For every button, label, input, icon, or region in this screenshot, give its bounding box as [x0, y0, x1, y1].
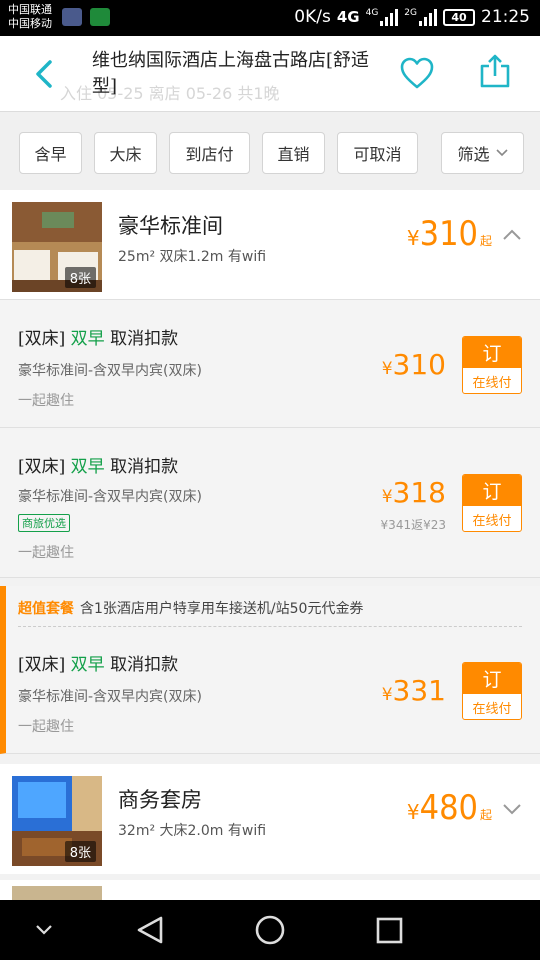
- square-recents-icon: [376, 917, 403, 944]
- filter-cancellable[interactable]: 可取消: [337, 132, 418, 174]
- rate-note: 一起趣住: [18, 719, 74, 735]
- triangle-back-icon: [137, 916, 163, 944]
- chevron-down-icon: [36, 925, 52, 935]
- room-name: 商务套房: [118, 788, 202, 812]
- filter-pay-at-hotel[interactable]: 到店付: [169, 132, 250, 174]
- rate-price: ¥331: [381, 674, 446, 707]
- filter-more-button[interactable]: 筛选: [441, 132, 524, 174]
- hotel-title: 维也纳国际酒店上海盘古路店[舒适型]: [92, 50, 370, 97]
- rate-title: [双床] 双早 取消扣款: [18, 655, 179, 675]
- rate-price: ¥318: [381, 476, 446, 509]
- wechat-notification-icon: [90, 8, 110, 26]
- room-card-deluxe-standard[interactable]: 8张 豪华标准间 25m² 双床1.2m 有wifi ¥ 310 起: [0, 190, 540, 300]
- divider: [18, 626, 522, 627]
- rate-note: 一起趣住: [18, 393, 74, 409]
- heart-outline-icon: [400, 57, 434, 89]
- back-button[interactable]: [28, 54, 64, 94]
- rate-sub: 豪华标准间-含双早内宾(双床): [18, 363, 202, 379]
- room-photo[interactable]: 8张: [12, 202, 102, 292]
- room-price: ¥ 480 起: [406, 788, 492, 828]
- rate-row[interactable]: [双床] 双早 取消扣款 豪华标准间-含双早内宾(双床) 一起趣住 ¥310 订…: [0, 300, 540, 428]
- book-button[interactable]: 订 在线付: [462, 662, 522, 720]
- home-nav-button[interactable]: [255, 915, 285, 945]
- rate-sub: 豪华标准间-含双早内宾(双床): [18, 689, 202, 705]
- rate-note: 一起趣住: [18, 545, 74, 561]
- battery-icon: 40: [443, 8, 475, 26]
- signal-icon-1: 4G: [366, 8, 399, 26]
- share-button[interactable]: [478, 52, 512, 92]
- package-rate-block[interactable]: 超值套餐 含1张酒店用户特享用车接送机/站50元代金券 [双床] 双早 取消扣款 …: [0, 586, 540, 754]
- network-speed: 0K/s: [294, 7, 331, 27]
- rate-title: [双床] 双早 取消扣款: [18, 329, 179, 349]
- app-header: 入住 05-25 离店 05-26 共1晚 维也纳国际酒店上海盘古路店[舒适型]: [0, 36, 540, 112]
- status-bar: 中国联通 中国移动 0K/s 4G 4G 2G 40 21:25: [0, 0, 540, 36]
- book-button[interactable]: 订 在线付: [462, 336, 522, 394]
- package-text: 含1张酒店用户特享用车接送机/站50元代金券: [80, 601, 364, 617]
- carrier-1: 中国联通: [8, 3, 52, 16]
- book-button[interactable]: 订 在线付: [462, 474, 522, 532]
- system-nav-bar: [0, 900, 540, 960]
- back-chevron-icon: [36, 60, 52, 88]
- clock: 21:25: [481, 7, 530, 27]
- room-name: 豪华标准间: [118, 214, 223, 238]
- carrier-info: 中国联通 中国移动: [8, 3, 52, 31]
- pay-online-label: 在线付: [472, 702, 512, 717]
- chevron-up-icon[interactable]: [502, 228, 522, 242]
- room-desc: 32m² 大床2.0m 有wifi: [118, 823, 267, 839]
- photo-count: 8张: [64, 267, 96, 288]
- chevron-down-icon: [495, 149, 508, 157]
- carrier-2: 中国移动: [8, 17, 52, 30]
- book-label: 订: [463, 337, 521, 368]
- signal-icon-2: 2G: [404, 8, 437, 26]
- rate-title: [双床] 双早 取消扣款: [18, 457, 179, 477]
- back-nav-button[interactable]: [137, 916, 163, 944]
- book-label: 订: [463, 663, 521, 694]
- rate-row[interactable]: [双床] 双早 取消扣款 豪华标准间-含双早内宾(双床) 商旅优选 一起趣住 ¥…: [0, 428, 540, 578]
- room-photo: [12, 886, 102, 900]
- pay-online-label: 在线付: [472, 514, 512, 529]
- package-header: 超值套餐 含1张酒店用户特享用车接送机/站50元代金券: [18, 598, 363, 618]
- room-price: ¥ 310 起: [406, 214, 492, 254]
- business-pick-badge: 商旅优选: [18, 514, 70, 532]
- hide-nav-button[interactable]: [36, 925, 52, 935]
- recents-nav-button[interactable]: [376, 917, 403, 944]
- photo-count: 8张: [64, 841, 96, 862]
- favorite-button[interactable]: [398, 56, 436, 92]
- room-card-business-suite[interactable]: 8张 商务套房 32m² 大床2.0m 有wifi ¥ 480 起: [0, 764, 540, 874]
- pay-online-label: 在线付: [472, 376, 512, 391]
- filter-direct-sale[interactable]: 直销: [262, 132, 325, 174]
- app-notification-icon: [62, 8, 82, 26]
- circle-home-icon: [255, 915, 285, 945]
- room-desc: 25m² 双床1.2m 有wifi: [118, 249, 267, 265]
- room-card-peek[interactable]: [0, 880, 540, 900]
- book-label: 订: [463, 475, 521, 506]
- share-icon: [480, 54, 510, 88]
- network-4g-label: 4G: [336, 8, 360, 26]
- filter-bar: 含早 大床 到店付 直销 可取消 筛选: [0, 112, 540, 190]
- room-photo[interactable]: 8张: [12, 776, 102, 866]
- rate-sub: 豪华标准间-含双早内宾(双床): [18, 489, 202, 505]
- filter-more-label: 筛选: [457, 145, 490, 164]
- cashback-note: ¥341返¥23: [380, 518, 446, 532]
- filter-king-bed[interactable]: 大床: [94, 132, 157, 174]
- chevron-down-icon[interactable]: [502, 802, 522, 816]
- rate-price: ¥310: [381, 348, 446, 381]
- filter-breakfast[interactable]: 含早: [19, 132, 82, 174]
- package-highlight: 超值套餐: [18, 601, 74, 617]
